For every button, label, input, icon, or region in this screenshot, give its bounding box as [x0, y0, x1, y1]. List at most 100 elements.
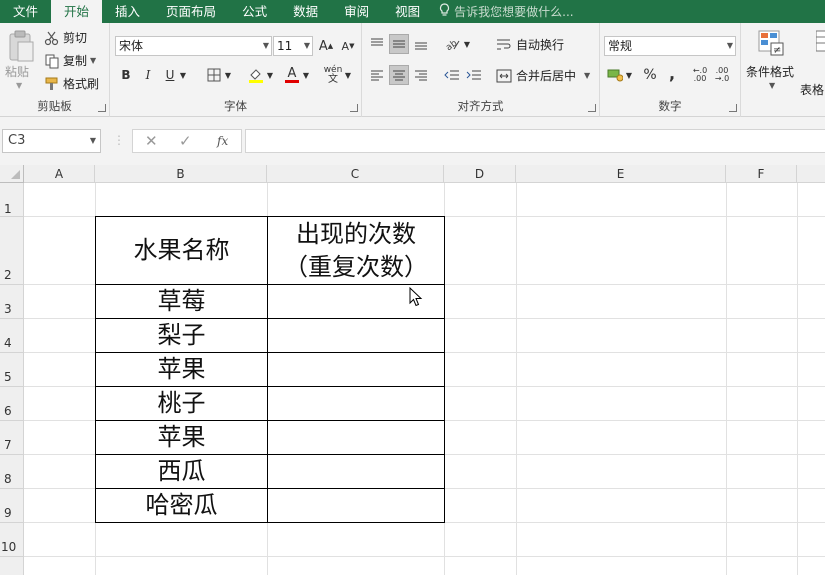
cell-b6[interactable]: 桃子 — [96, 387, 267, 420]
comma-button[interactable]: , — [662, 63, 682, 83]
cell-b8[interactable]: 西瓜 — [96, 455, 267, 488]
align-center-icon[interactable] — [389, 65, 409, 85]
phonetic-guide-button[interactable]: wén 文 — [323, 65, 343, 85]
borders-dropdown-icon[interactable]: ▼ — [223, 65, 233, 85]
italic-button[interactable]: I — [138, 65, 158, 85]
bold-button[interactable]: B — [116, 65, 136, 85]
decrease-indent-icon[interactable] — [442, 65, 462, 85]
wrap-text-button[interactable]: 自动换行 — [496, 36, 564, 53]
row-header-6[interactable]: 6 — [0, 387, 24, 421]
confirm-entry-icon[interactable]: ✓ — [179, 132, 192, 150]
copy-button[interactable]: 复制 ▼ — [44, 52, 96, 69]
row-header-1[interactable]: 1 — [0, 183, 24, 217]
fill-color-icon[interactable] — [246, 65, 266, 85]
cell-b7[interactable]: 苹果 — [96, 421, 267, 454]
number-format-dropdown-icon[interactable]: ▼ — [727, 37, 733, 55]
paste-icon[interactable] — [6, 29, 36, 65]
number-format-select[interactable]: 常规 ▼ — [604, 36, 736, 56]
row-header-2[interactable]: 2 — [0, 217, 24, 285]
row-header-5[interactable]: 5 — [0, 353, 24, 387]
cell-c9[interactable] — [268, 489, 444, 522]
column-header-a[interactable]: A — [24, 165, 95, 183]
tab-page-layout[interactable]: 页面布局 — [153, 0, 229, 23]
font-size-dropdown-icon[interactable]: ▼ — [304, 37, 310, 55]
fill-color-dropdown-icon[interactable]: ▼ — [265, 65, 275, 85]
font-size-select[interactable]: 11 ▼ — [273, 36, 313, 56]
column-header-e[interactable]: E — [516, 165, 726, 183]
number-launcher-icon[interactable] — [729, 104, 737, 112]
row-header-8[interactable]: 8 — [0, 455, 24, 489]
increase-font-size-icon[interactable]: A ▲ — [316, 36, 336, 56]
paste-button[interactable]: 粘贴 — [5, 63, 29, 80]
alignment-launcher-icon[interactable] — [588, 104, 596, 112]
orientation-icon[interactable]: ab — [442, 34, 462, 54]
align-right-icon[interactable] — [411, 65, 431, 85]
name-box[interactable]: C3 ▼ — [2, 129, 101, 153]
cell-b4[interactable]: 梨子 — [96, 319, 267, 352]
cell-b3[interactable]: 草莓 — [96, 285, 267, 318]
clipboard-launcher-icon[interactable] — [98, 104, 106, 112]
accounting-dropdown-icon[interactable]: ▼ — [624, 65, 634, 85]
cancel-entry-icon[interactable]: ✕ — [145, 132, 158, 150]
column-header-f[interactable]: F — [726, 165, 797, 183]
tell-me-box[interactable]: 告诉我您想要做什么... — [433, 0, 574, 23]
cut-button[interactable]: 剪切 — [44, 29, 87, 46]
font-launcher-icon[interactable] — [350, 104, 358, 112]
increase-indent-icon[interactable] — [464, 65, 484, 85]
cell-b5[interactable]: 苹果 — [96, 353, 267, 386]
font-color-dropdown-icon[interactable]: ▼ — [301, 65, 311, 85]
row-header-3[interactable]: 3 — [0, 285, 24, 319]
column-header-c[interactable]: C — [267, 165, 444, 183]
cell-c7[interactable] — [268, 421, 444, 454]
merge-center-button[interactable]: 合并后居中 ▼ — [496, 67, 590, 84]
cell-c2[interactable]: 出现的次数 （重复次数） — [268, 217, 444, 284]
column-header-g[interactable] — [797, 165, 825, 183]
table-format-label[interactable]: 表格 — [800, 81, 824, 98]
font-name-dropdown-icon[interactable]: ▼ — [263, 37, 269, 55]
tab-review[interactable]: 审阅 — [331, 0, 382, 23]
percent-button[interactable]: % — [640, 65, 660, 85]
name-box-dropdown-icon[interactable]: ▼ — [90, 130, 96, 152]
column-header-b[interactable]: B — [95, 165, 267, 183]
conditional-format-dropdown-icon[interactable]: ▼ — [769, 81, 775, 90]
format-painter-button[interactable]: 格式刷 — [44, 75, 99, 92]
increase-decimal-icon[interactable]: ←.0.00 — [690, 65, 710, 85]
font-color-icon[interactable]: A — [282, 65, 302, 85]
cell-b2[interactable]: 水果名称 — [96, 217, 267, 284]
tab-insert[interactable]: 插入 — [102, 0, 153, 23]
formula-input[interactable] — [245, 129, 825, 153]
merge-dropdown-icon[interactable]: ▼ — [584, 71, 590, 80]
cell-c6[interactable] — [268, 387, 444, 420]
phonetic-dropdown-icon[interactable]: ▼ — [343, 65, 353, 85]
font-name-select[interactable]: 宋体 ▼ — [115, 36, 272, 56]
row-header-4[interactable]: 4 — [0, 319, 24, 353]
insert-function-button[interactable]: fx — [217, 134, 228, 148]
cell-b9[interactable]: 哈密瓜 — [96, 489, 267, 522]
align-middle-icon[interactable] — [389, 34, 409, 54]
tab-data[interactable]: 数据 — [280, 0, 331, 23]
tab-formulas[interactable]: 公式 — [229, 0, 280, 23]
paste-dropdown-icon[interactable]: ▼ — [16, 81, 22, 90]
borders-icon[interactable] — [204, 65, 224, 85]
underline-button[interactable]: U — [160, 65, 180, 85]
underline-dropdown-icon[interactable]: ▼ — [178, 65, 188, 85]
cell-c4[interactable] — [268, 319, 444, 352]
align-bottom-icon[interactable] — [411, 34, 431, 54]
cell-c5[interactable] — [268, 353, 444, 386]
select-all-button[interactable] — [0, 165, 24, 183]
column-header-d[interactable]: D — [444, 165, 516, 183]
row-header-7[interactable]: 7 — [0, 421, 24, 455]
decrease-font-size-icon[interactable]: A ▼ — [338, 36, 358, 56]
conditional-format-button[interactable]: ≠ — [757, 29, 785, 57]
cell-c8[interactable] — [268, 455, 444, 488]
copy-dropdown-icon[interactable]: ▼ — [90, 56, 96, 65]
accounting-format-icon[interactable] — [605, 65, 625, 85]
row-header-10[interactable]: 10 — [0, 523, 24, 557]
tab-view[interactable]: 视图 — [382, 0, 433, 23]
orientation-dropdown-icon[interactable]: ▼ — [462, 34, 472, 54]
tab-file[interactable]: 文件 — [0, 0, 51, 23]
row-header-11[interactable] — [0, 557, 24, 575]
table-format-icon[interactable] — [816, 29, 825, 57]
formula-bar-splitter[interactable]: ⋮ — [113, 133, 125, 147]
row-header-9[interactable]: 9 — [0, 489, 24, 523]
